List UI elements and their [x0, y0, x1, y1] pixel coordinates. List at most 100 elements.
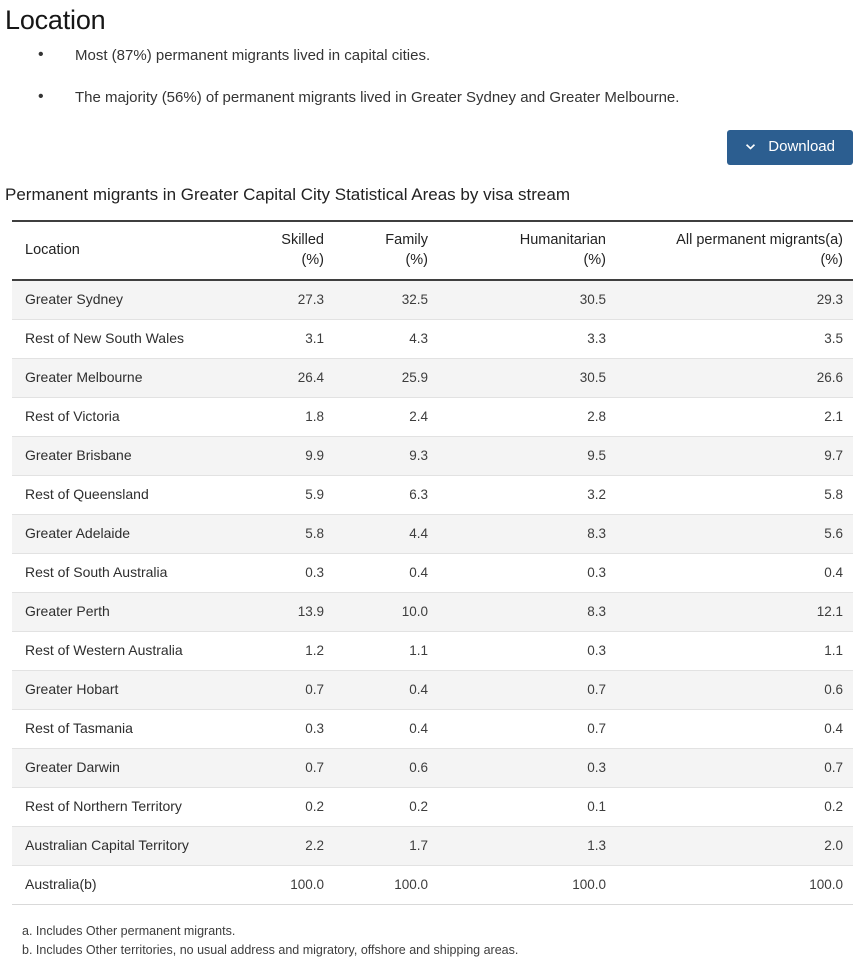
cell-humanitarian: 8.3 — [438, 592, 616, 632]
table-container: Location Skilled (%) Family (%) Humanita… — [12, 220, 853, 905]
table-header: Location Skilled (%) Family (%) Humanita… — [12, 220, 853, 281]
column-header-location[interactable]: Location — [12, 220, 262, 281]
cell-humanitarian: 0.3 — [438, 631, 616, 671]
cell-location: Rest of Western Australia — [12, 631, 262, 671]
cell-humanitarian: 1.3 — [438, 826, 616, 866]
page-title: Location — [5, 5, 106, 35]
cell-family: 32.5 — [334, 280, 438, 320]
column-header-all-permanent-migrants-title: All permanent migrants(a) — [676, 232, 843, 248]
cell-all-permanent-migrants: 100.0 — [616, 865, 853, 905]
cell-all-permanent-migrants: 0.4 — [616, 553, 853, 593]
cell-skilled: 0.3 — [262, 553, 334, 593]
table-row: Greater Sydney 27.3 32.5 30.5 29.3 — [12, 280, 853, 320]
download-button[interactable]: Download — [727, 130, 853, 165]
cell-all-permanent-migrants: 1.1 — [616, 631, 853, 671]
cell-skilled: 27.3 — [262, 280, 334, 320]
cell-location: Greater Perth — [12, 592, 262, 632]
cell-family: 10.0 — [334, 592, 438, 632]
cell-family: 2.4 — [334, 397, 438, 437]
cell-humanitarian: 30.5 — [438, 280, 616, 320]
column-header-skilled[interactable]: Skilled (%) — [262, 220, 334, 281]
table-row: Greater Darwin 0.7 0.6 0.3 0.7 — [12, 748, 853, 788]
column-header-humanitarian[interactable]: Humanitarian (%) — [438, 220, 616, 281]
table-row: Greater Brisbane 9.9 9.3 9.5 9.7 — [12, 436, 853, 476]
column-header-humanitarian-title: Humanitarian — [519, 232, 606, 248]
table-row: Rest of Victoria 1.8 2.4 2.8 2.1 — [12, 397, 853, 437]
cell-all-permanent-migrants: 0.7 — [616, 748, 853, 788]
cell-location: Greater Darwin — [12, 748, 262, 788]
cell-family: 1.1 — [334, 631, 438, 671]
cell-skilled: 9.9 — [262, 436, 334, 476]
cell-family: 25.9 — [334, 358, 438, 398]
cell-all-permanent-migrants: 5.8 — [616, 475, 853, 515]
cell-skilled: 0.7 — [262, 748, 334, 788]
cell-family: 100.0 — [334, 865, 438, 905]
table-footnotes: a. Includes Other permanent migrants. b.… — [22, 922, 865, 960]
cell-location: Rest of Northern Territory — [12, 787, 262, 827]
cell-humanitarian: 30.5 — [438, 358, 616, 398]
cell-all-permanent-migrants: 0.2 — [616, 787, 853, 827]
column-header-family[interactable]: Family (%) — [334, 220, 438, 281]
table-row: Rest of Western Australia 1.2 1.1 0.3 1.1 — [12, 631, 853, 671]
cell-all-permanent-migrants: 5.6 — [616, 514, 853, 554]
table-row: Australia(b) 100.0 100.0 100.0 100.0 — [12, 865, 853, 905]
column-header-skilled-unit: (%) — [301, 252, 324, 268]
cell-location: Rest of New South Wales — [12, 319, 262, 359]
chevron-down-icon — [744, 141, 757, 154]
cell-skilled: 3.1 — [262, 319, 334, 359]
cell-location: Greater Sydney — [12, 280, 262, 320]
table-row: Rest of Northern Territory 0.2 0.2 0.1 0.2 — [12, 787, 853, 827]
cell-location: Greater Adelaide — [12, 514, 262, 554]
location-section-page: Location Most (87%) permanent migrants l… — [0, 0, 865, 957]
cell-skilled: 100.0 — [262, 865, 334, 905]
cell-family: 9.3 — [334, 436, 438, 476]
cell-location: Greater Hobart — [12, 670, 262, 710]
column-header-location-title: Location — [25, 242, 80, 258]
cell-all-permanent-migrants: 9.7 — [616, 436, 853, 476]
table-row: Rest of Queensland 5.9 6.3 3.2 5.8 — [12, 475, 853, 515]
cell-skilled: 13.9 — [262, 592, 334, 632]
cell-skilled: 5.8 — [262, 514, 334, 554]
download-row: Download — [0, 130, 865, 174]
table-header-row: Location Skilled (%) Family (%) Humanita… — [12, 220, 853, 281]
cell-skilled: 5.9 — [262, 475, 334, 515]
table-row: Greater Adelaide 5.8 4.4 8.3 5.6 — [12, 514, 853, 554]
list-item: The majority (56%) of permanent migrants… — [0, 87, 865, 108]
cell-humanitarian: 8.3 — [438, 514, 616, 554]
cell-all-permanent-migrants: 2.0 — [616, 826, 853, 866]
cell-all-permanent-migrants: 3.5 — [616, 319, 853, 359]
table-caption: Permanent migrants in Greater Capital Ci… — [5, 185, 570, 204]
cell-location: Rest of Victoria — [12, 397, 262, 437]
cell-skilled: 26.4 — [262, 358, 334, 398]
cell-skilled: 0.7 — [262, 670, 334, 710]
column-header-all-permanent-migrants[interactable]: All permanent migrants(a) (%) — [616, 220, 853, 281]
cell-humanitarian: 2.8 — [438, 397, 616, 437]
cell-skilled: 1.8 — [262, 397, 334, 437]
cell-humanitarian: 3.2 — [438, 475, 616, 515]
footnote-a: a. Includes Other permanent migrants. — [22, 924, 236, 938]
cell-all-permanent-migrants: 26.6 — [616, 358, 853, 398]
cell-family: 4.3 — [334, 319, 438, 359]
table-row: Rest of New South Wales 3.1 4.3 3.3 3.5 — [12, 319, 853, 359]
table-body: Greater Sydney 27.3 32.5 30.5 29.3 Rest of Ne… — [12, 280, 853, 905]
cell-location: Rest of Queensland — [12, 475, 262, 515]
cell-location: Australia(b) — [12, 865, 262, 905]
cell-location: Rest of Tasmania — [12, 709, 262, 749]
cell-humanitarian: 0.7 — [438, 670, 616, 710]
cell-skilled: 0.2 — [262, 787, 334, 827]
cell-family: 1.7 — [334, 826, 438, 866]
cell-family: 0.2 — [334, 787, 438, 827]
cell-all-permanent-migrants: 29.3 — [616, 280, 853, 320]
cell-humanitarian: 0.1 — [438, 787, 616, 827]
cell-location: Australian Capital Territory — [12, 826, 262, 866]
table-row: Greater Hobart 0.7 0.4 0.7 0.6 — [12, 670, 853, 710]
table-row: Rest of Tasmania 0.3 0.4 0.7 0.4 — [12, 709, 853, 749]
cell-humanitarian: 0.3 — [438, 553, 616, 593]
cell-all-permanent-migrants: 12.1 — [616, 592, 853, 632]
cell-family: 0.4 — [334, 553, 438, 593]
table-row: Australian Capital Territory 2.2 1.7 1.3 2.0 — [12, 826, 853, 866]
cell-family: 4.4 — [334, 514, 438, 554]
cell-humanitarian: 100.0 — [438, 865, 616, 905]
column-header-family-title: Family — [385, 232, 428, 248]
cell-humanitarian: 0.3 — [438, 748, 616, 788]
